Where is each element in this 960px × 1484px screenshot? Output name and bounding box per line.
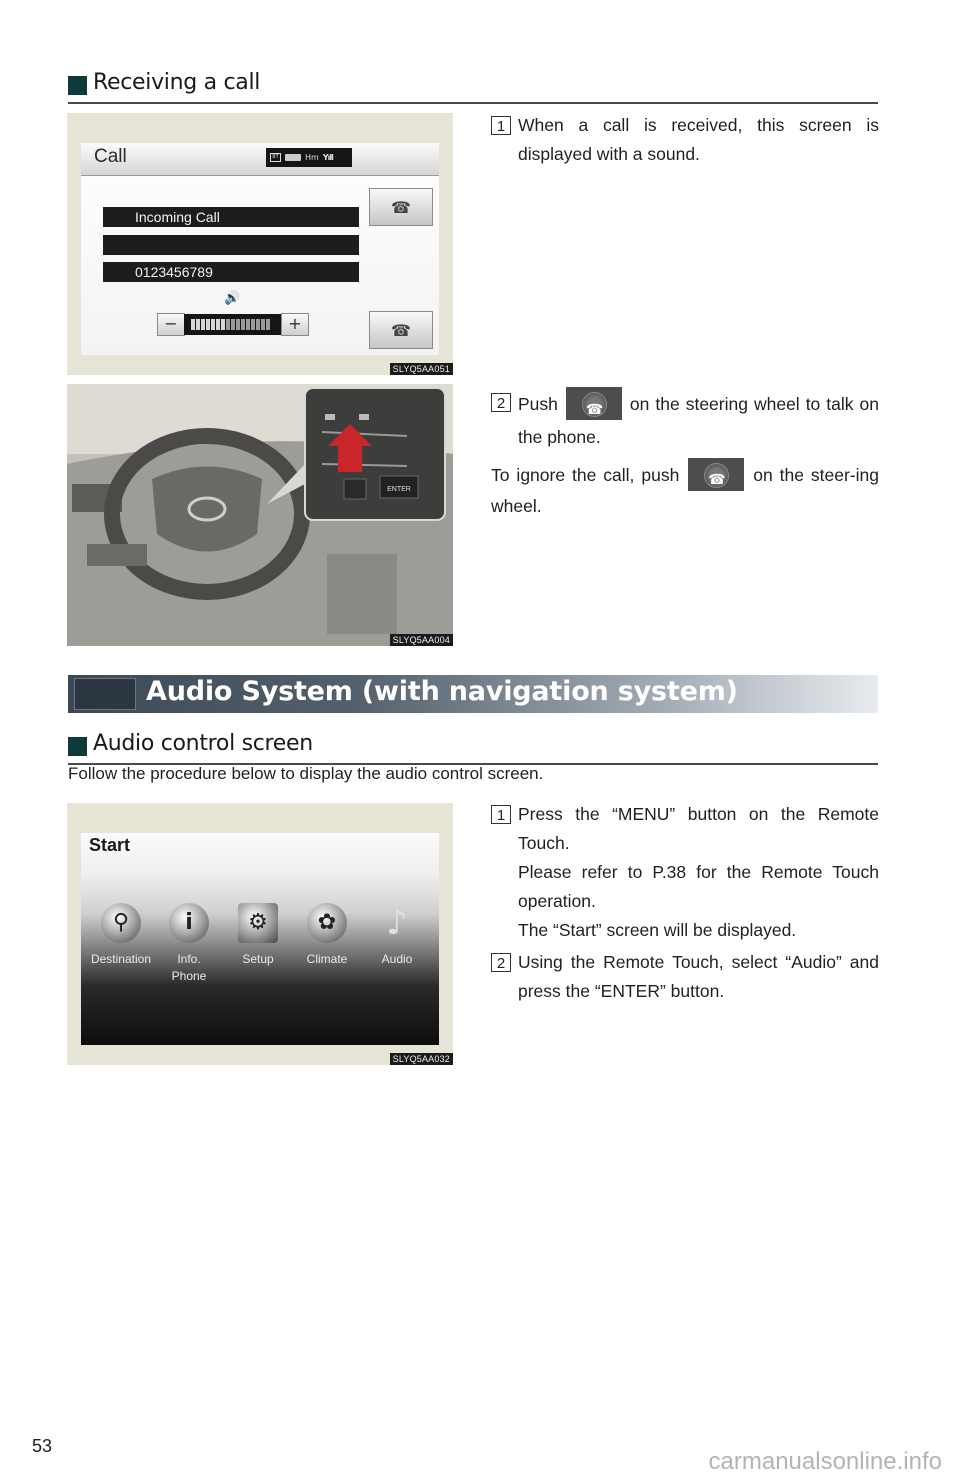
heading-square-icon: [68, 737, 87, 756]
magnifier-icon: ⚲: [101, 903, 141, 943]
step-line: The “Start” screen will be displayed.: [518, 920, 797, 940]
volume-up-button[interactable]: +: [281, 313, 309, 336]
step-text: When a call is received, this screen is …: [518, 115, 879, 164]
start-item-setup[interactable]: ⚙ Setup: [224, 903, 292, 968]
bluetooth-icon: BT: [270, 153, 281, 162]
figure-caption: SLYQ5AA032: [389, 1053, 453, 1065]
heading-square-icon: [68, 76, 87, 95]
status-strip: BT Hm Yıll: [266, 148, 352, 167]
watermark: carmanualsonline.info: [708, 1448, 942, 1475]
heading-text: Receiving a call: [93, 70, 261, 95]
step-1-call: 1 When a call is received, this screen i…: [491, 111, 879, 169]
item-label: Climate: [306, 952, 348, 966]
speaker-icon: 🔊: [224, 291, 241, 306]
volume-segment: [226, 319, 230, 330]
phone-hang-up-icon: ☎: [391, 320, 411, 340]
step-2-audio: 2 Using the Remote Touch, select “Audio”…: [491, 948, 879, 1006]
volume-segment: [191, 319, 195, 330]
section-heading-audio-control: Audio control screen: [68, 729, 878, 765]
caller-number-bar: 0123456789: [103, 262, 359, 282]
volume-down-button[interactable]: −: [157, 313, 185, 336]
volume-segment: [261, 319, 265, 330]
talk-switch-icon: ☎: [565, 386, 622, 420]
phone-off-hook-icon: ☎: [391, 197, 411, 217]
volume-segment: [221, 319, 225, 330]
start-item-destination[interactable]: ⚲ Destination: [87, 903, 155, 968]
volume-segment: [251, 319, 255, 330]
banner-thumbnail: [74, 678, 136, 710]
figure-caption: SLYQ5AA004: [389, 634, 453, 646]
item-label: Destination: [90, 952, 152, 966]
figure-start-screen: Start ⚲ Destination i Info. Phone ⚙ Setu…: [67, 803, 453, 1065]
figure-call-screen: Call BT Hm Yıll Incoming Call 0123456789…: [67, 113, 453, 375]
banner-title: Audio System (with navigation system): [146, 676, 738, 707]
call-screen: Call BT Hm Yıll Incoming Call 0123456789…: [81, 143, 439, 355]
start-item-audio[interactable]: ♪ Audio: [363, 903, 431, 968]
call-title: Call: [94, 146, 127, 167]
climate-seat-fan-icon: ✿: [307, 903, 347, 943]
enter-key-label: ENTER: [387, 486, 411, 493]
step-line: Please refer to P.38 for the Remote Touc…: [518, 862, 879, 911]
signal-icon: Yıll: [322, 153, 334, 162]
step-number: 1: [491, 805, 511, 824]
volume-segment: [266, 319, 270, 330]
step-1-audio: 1 Press the “MENU” button on the Remote …: [491, 800, 879, 945]
section-heading-receiving-call: Receiving a call: [68, 68, 878, 104]
answer-button[interactable]: ☎: [369, 188, 433, 226]
steering-wheel-illustration: ENTER: [67, 384, 453, 646]
step-line: Using the Remote Touch, select “Audio” a…: [518, 952, 879, 1001]
hang-up-switch-icon: ☎: [688, 457, 745, 491]
info-icon: i: [169, 903, 209, 943]
note-text-before: To ignore the call, push: [491, 465, 680, 485]
item-label-line2: Phone: [171, 969, 207, 983]
heading-text: Audio control screen: [93, 731, 313, 756]
step-number: 2: [491, 393, 511, 412]
start-item-info-phone[interactable]: i Info. Phone: [155, 903, 223, 985]
volume-segment: [241, 319, 245, 330]
call-header: Call BT Hm Yıll: [81, 143, 439, 176]
step-line: Press the “MENU” button on the Remote To…: [518, 804, 879, 853]
step-number: 2: [491, 953, 511, 972]
page-number: 53: [32, 1436, 53, 1456]
volume-segment: [211, 319, 215, 330]
volume-segment: [196, 319, 200, 330]
step-number: 1: [491, 116, 511, 135]
step-text-before: Push: [518, 394, 558, 414]
volume-segment: [236, 319, 240, 330]
hang-up-button[interactable]: ☎: [369, 311, 433, 349]
hm-label: Hm: [305, 153, 319, 162]
incoming-call-bar: Incoming Call: [103, 207, 359, 227]
item-label: Setup: [242, 952, 274, 966]
intro-text: Follow the procedure below to display th…: [68, 764, 544, 783]
step-2-call: 2 Push ☎ on the steering wheel to talk o…: [491, 386, 879, 454]
volume-segment: [256, 319, 260, 330]
setup-gear-icon: ⚙: [238, 903, 278, 943]
volume-segment: [231, 319, 235, 330]
volume-slider[interactable]: [184, 314, 281, 335]
start-item-climate[interactable]: ✿ Climate: [293, 903, 361, 968]
volume-segment: [246, 319, 250, 330]
caller-name-bar: [103, 235, 359, 255]
music-note-icon: ♪: [386, 903, 408, 943]
volume-segment: [206, 319, 210, 330]
start-title: Start: [89, 835, 131, 855]
volume-segment: [201, 319, 205, 330]
volume-segment: [216, 319, 220, 330]
ignore-call-note: To ignore the call, push ☎ on the steer-…: [491, 457, 879, 522]
figure-steering-wheel: ENTER SLYQ5AA004: [67, 384, 453, 646]
item-label-line1: Info.: [177, 952, 201, 966]
figure-caption: SLYQ5AA051: [389, 363, 453, 375]
battery-icon: [285, 154, 301, 161]
section-banner: Audio System (with navigation system): [68, 675, 878, 713]
item-label: Audio: [381, 952, 413, 966]
start-screen: Start ⚲ Destination i Info. Phone ⚙ Setu…: [81, 833, 439, 1045]
